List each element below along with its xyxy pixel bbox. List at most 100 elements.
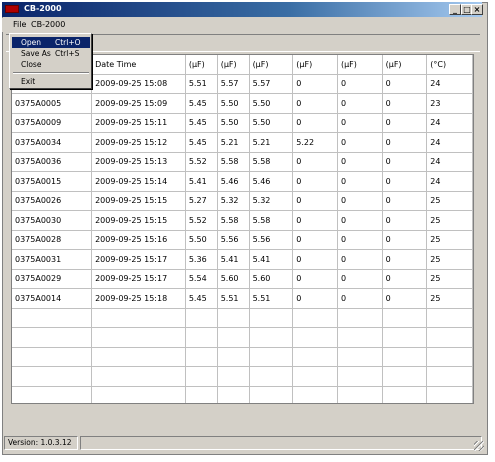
table-cell <box>217 327 250 348</box>
table-row[interactable]: 0375A0031 2009-09-25 15:17 5.36 5.41 5.41 0 0 0… <box>12 249 473 270</box>
table-cell: 2009-09-25 15:13 <box>91 152 186 172</box>
column-header: (µF) <box>185 55 218 75</box>
table-cell: 5.58 <box>217 210 250 231</box>
data-grid[interactable]: Date Time(µF)(µF)(µF)(µF)(µF)(µF)(°C)037… <box>11 54 474 404</box>
table-row[interactable]: 0375A0009 2009-09-25 15:11 5.45 5.50 5.50 0 0 0… <box>12 113 473 133</box>
data-table: Date Time(µF)(µF)(µF)(µF)(µF)(µF)(°C)037… <box>12 55 473 403</box>
table-cell <box>292 366 338 387</box>
table-cell: 24 <box>426 171 473 192</box>
table-row[interactable]: 0375A0030 2009-09-25 15:15 5.52 5.58 5.58 0 0 0… <box>12 210 473 231</box>
table-cell: 0 <box>337 288 383 309</box>
table-cell <box>382 327 428 348</box>
table-cell: 0 <box>292 230 338 250</box>
version-label: Version: 1.0.3.12 <box>4 436 78 450</box>
table-cell: 0 <box>382 210 428 231</box>
table-cell <box>337 308 383 328</box>
table-cell: 5.21 <box>217 132 250 153</box>
table-cell <box>91 386 186 403</box>
menu-separator <box>13 72 89 74</box>
table-cell <box>249 347 294 367</box>
table-cell <box>91 308 186 328</box>
table-cell: 0 <box>382 249 428 270</box>
table-row[interactable]: 0375A0026 2009-09-25 15:15 5.27 5.32 5.32 0 0 0… <box>12 191 473 211</box>
table-cell: 0375A0005 <box>12 93 93 114</box>
table-cell <box>426 327 473 348</box>
menu-item-save-as[interactable]: Save As Ctrl+S <box>12 48 90 59</box>
table-cell <box>217 386 250 403</box>
table-row[interactable]: 0375A0005 2009-09-25 15:09 5.45 5.50 5.50 0 0 0… <box>12 93 473 114</box>
table-cell: 24 <box>426 74 473 94</box>
table-cell: 0 <box>337 191 383 211</box>
resize-grip[interactable] <box>474 441 484 451</box>
menu-item-exit-label: Exit <box>21 77 36 86</box>
table-cell <box>91 327 186 348</box>
app-icon <box>5 5 19 13</box>
table-cell: 2009-09-25 15:15 <box>91 210 186 231</box>
status-pane <box>80 436 482 450</box>
table-cell <box>382 308 428 328</box>
table-cell: 5.54 <box>185 269 218 289</box>
table-cell: 0 <box>337 74 383 94</box>
table-cell: 5.51 <box>185 74 218 94</box>
table-cell <box>91 347 186 367</box>
table-cell: 5.22 <box>292 132 338 153</box>
table-cell: 5.60 <box>217 269 250 289</box>
minimize-button[interactable]: _ <box>449 4 461 15</box>
menu-file[interactable]: File <box>13 20 26 29</box>
table-cell <box>426 366 473 387</box>
table-cell: 0 <box>337 269 383 289</box>
table-cell <box>185 327 218 348</box>
table-cell: 2009-09-25 15:16 <box>91 230 186 250</box>
title-bar[interactable]: CB-2000 _ □ × <box>2 2 483 17</box>
window-title: CB-2000 <box>24 4 62 13</box>
menu-item-exit[interactable]: Exit <box>12 76 90 87</box>
table-cell: 5.27 <box>185 191 218 211</box>
table-cell: 0 <box>292 152 338 172</box>
table-cell: 2009-09-25 15:17 <box>91 269 186 289</box>
file-menu-dropdown: Open Ctrl+O Save As Ctrl+S Close Exit <box>9 33 92 89</box>
table-cell: 0 <box>292 210 338 231</box>
table-cell: 0 <box>292 269 338 289</box>
table-cell: 2009-09-25 15:08 <box>91 74 186 94</box>
table-cell: 0 <box>382 171 428 192</box>
table-cell <box>382 347 428 367</box>
table-cell: 0375A0009 <box>12 113 93 133</box>
table-cell <box>426 347 473 367</box>
table-cell: 2009-09-25 15:14 <box>91 171 186 192</box>
table-cell: 25 <box>426 249 473 270</box>
table-cell: 25 <box>426 269 473 289</box>
table-cell <box>382 366 428 387</box>
menu-item-close[interactable]: Close <box>12 59 90 70</box>
column-header: (µF) <box>382 55 428 75</box>
table-row[interactable] <box>12 386 473 403</box>
table-row[interactable]: 0375A0028 2009-09-25 15:16 5.50 5.56 5.56 0 0 0… <box>12 230 473 250</box>
table-cell: 0 <box>382 191 428 211</box>
table-cell <box>185 347 218 367</box>
menu-cb2000[interactable]: CB-2000 <box>31 20 65 29</box>
table-cell: 0 <box>382 132 428 153</box>
table-cell: 5.56 <box>249 230 294 250</box>
table-row[interactable]: 0375A0036 2009-09-25 15:13 5.52 5.58 5.58 0 0 0… <box>12 152 473 172</box>
table-cell: 5.51 <box>249 288 294 309</box>
close-button[interactable]: × <box>471 4 483 15</box>
table-cell <box>185 386 218 403</box>
status-bar: Version: 1.0.3.12 <box>4 436 484 451</box>
table-row[interactable] <box>12 327 473 348</box>
table-cell: 0375A0030 <box>12 210 93 231</box>
table-cell: 5.41 <box>185 171 218 192</box>
table-cell <box>337 327 383 348</box>
table-row[interactable]: 0375A0029 2009-09-25 15:17 5.54 5.60 5.60 0 0 0… <box>12 269 473 289</box>
table-row[interactable]: 0375A0014 2009-09-25 15:18 5.45 5.51 5.51 0 0 0… <box>12 288 473 309</box>
table-cell <box>12 386 93 403</box>
table-row[interactable]: 0375A0015 2009-09-25 15:14 5.41 5.46 5.46 0 0 0… <box>12 171 473 192</box>
table-cell <box>426 308 473 328</box>
table-cell: 5.58 <box>217 152 250 172</box>
table-row[interactable] <box>12 347 473 367</box>
table-row[interactable] <box>12 366 473 387</box>
table-cell: 5.50 <box>185 230 218 250</box>
menu-item-open[interactable]: Open Ctrl+O <box>12 37 90 48</box>
table-cell: 0 <box>292 93 338 114</box>
table-row[interactable]: 0375A0034 2009-09-25 15:12 5.45 5.21 5.21 5.2… <box>12 132 473 153</box>
table-cell: 0 <box>337 210 383 231</box>
table-row[interactable] <box>12 308 473 328</box>
